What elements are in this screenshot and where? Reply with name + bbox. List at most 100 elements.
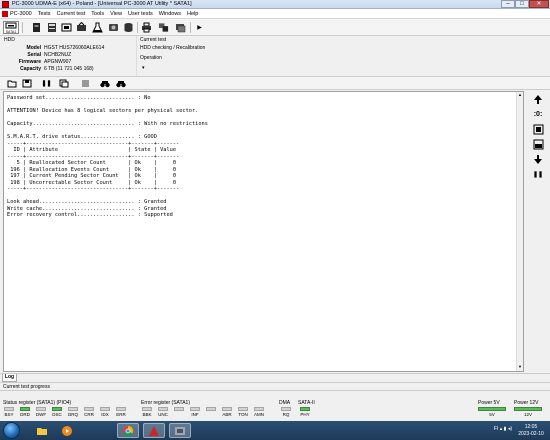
hdd-button[interactable] [107,21,120,34]
open-log-button[interactable] [6,78,17,89]
menu-help[interactable]: Help [184,11,201,17]
hdd-serial-row: Serial NCHB2NUZ [0,52,136,58]
menu-user-tests[interactable]: User tests [125,11,156,17]
start-button[interactable] [3,422,20,439]
scroll-up-icon[interactable]: ▲ [517,92,523,99]
minimize-button[interactable]: – [501,0,515,8]
status-led-text: DSC [52,412,62,417]
sata-label: SATA-II [298,400,315,406]
panel-button[interactable] [531,122,545,136]
pause-icon: ❚❚ [41,81,52,87]
taskbar-tool[interactable] [169,423,191,438]
find-button[interactable] [99,78,110,89]
scroll-down-icon[interactable]: ▼ [517,364,523,371]
error-led-ton [238,407,248,411]
drive-chip-button[interactable] [30,21,43,34]
hdd-model-row: Model HGST HUS726060ALE614 [0,45,136,51]
taskbar-explorer[interactable] [31,423,53,438]
close-button[interactable]: ✕ [529,0,549,8]
log-toolbar: ❚❚ [0,76,550,90]
sata-port-icon: SATA1 [5,22,17,34]
error-led-inf [190,407,200,411]
status-led-text: DWF [35,412,47,417]
menu-tests[interactable]: Tests [35,11,54,17]
status-led-text: IDX [101,412,109,417]
log-output[interactable]: Password set............................… [3,91,524,372]
find-next-button[interactable] [115,78,126,89]
sectors-button[interactable] [531,137,545,151]
error-led-blank2 [174,407,184,411]
media-icon [61,23,72,32]
clear-button[interactable] [80,78,91,89]
error-led-text: TON [238,412,248,417]
power12-value: 12V [523,412,532,417]
maximize-button[interactable]: □ [515,0,529,8]
reset-button[interactable] [75,21,88,34]
operation-dropdown-icon[interactable]: ▾ [142,65,145,71]
printer-button[interactable] [140,21,153,34]
database-button[interactable] [122,21,135,34]
capacity-label: Capacity [20,66,41,72]
status-led-idx [100,407,110,411]
binoculars-icon [99,80,110,87]
status-led-text: ERR [116,412,126,417]
status-led-err [116,407,126,411]
clock-date[interactable]: 2023-02-10 [516,431,546,437]
error-led-text: ABR [222,412,232,417]
sectors-icon [533,139,543,149]
vertical-scrollbar[interactable]: ▲ ▼ [516,92,523,371]
progress-label: Current test progress [3,384,50,390]
menu-pc3000[interactable]: PC-3000 [9,11,35,17]
toolbar-separator [22,22,23,33]
error-led-amn [254,407,264,411]
volume-icon[interactable]: ◂) [508,426,512,432]
save-log-button[interactable] [21,78,32,89]
toolbar-separator [137,22,138,33]
right-pause-button[interactable]: ❚❚ [531,167,545,181]
tray-icons[interactable]: FI ▴ ▮ ◂) [494,426,512,432]
hdd-header: HDD [4,37,15,43]
taskbar-chrome[interactable] [117,423,139,438]
menu-current-test[interactable]: Current test [54,11,89,17]
network-icon[interactable]: ▮ [504,426,507,432]
more-arrow-button[interactable]: ▶ [193,21,206,34]
language-indicator[interactable]: FI [494,426,498,432]
clock-time[interactable]: 12:05 [516,424,546,430]
tab-log[interactable]: Log [2,374,17,382]
media-button[interactable] [60,21,73,34]
bottom-tabs: Log [0,373,550,382]
drive-info-icon [47,23,56,32]
taskbar-pc3000[interactable] [143,423,165,438]
error-led-blank4 [206,407,216,411]
tool-icon [175,426,185,435]
flask-button[interactable] [91,21,104,34]
error-register-label: Error register (SATA1) [141,400,190,406]
hdd-firmware-row: Firmware APGNW907 [0,59,136,65]
pc3000-icon [149,425,159,436]
window-title: PC-3000 UDMA-E (x64) - Poland - [Univers… [12,1,192,7]
counter-button[interactable]: :0: [531,107,545,121]
taskbar-media-player[interactable] [56,423,78,438]
media-player-icon [62,425,72,436]
tools-button[interactable] [157,21,170,34]
drive-info-button[interactable] [45,21,58,34]
pause-button[interactable]: ❚❚ [41,78,52,89]
save-icon [22,79,31,88]
menu-tools[interactable]: Tools [88,11,107,17]
status-led-text: DRD [20,412,30,417]
status-register-label: Status register (SATA1) (PIO4) [3,400,72,406]
arrow-up-icon [534,94,542,104]
hdd2-button[interactable] [174,21,187,34]
menu-windows[interactable]: Windows [156,11,184,17]
sata-port-button[interactable]: SATA1 [3,21,19,34]
pc3000-logo-icon [2,10,8,17]
error-led-bbk [142,407,152,411]
copy-button[interactable] [58,78,69,89]
status-led-bsy [4,407,14,411]
printer-icon [142,22,151,33]
step-up-button[interactable] [531,92,545,106]
explorer-icon [37,427,47,435]
step-down-button[interactable] [531,152,545,166]
menu-view[interactable]: View [107,11,125,17]
status-led-dwf [36,407,46,411]
